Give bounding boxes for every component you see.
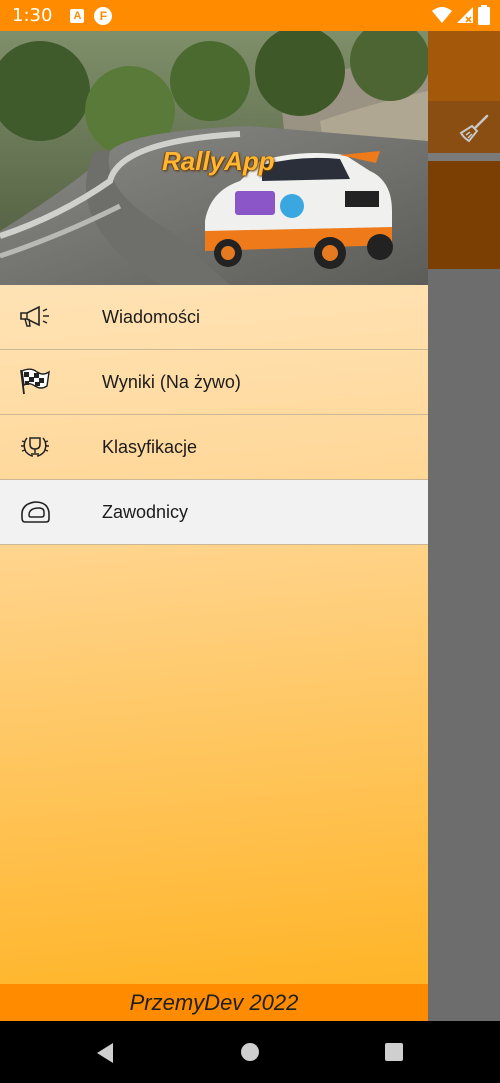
main-screen-scrim[interactable]: [428, 31, 500, 1021]
navigation-drawer: RallyApp Wiadomości Wyniki (Na żywo) Kla…: [0, 31, 428, 1021]
drawer-footer: PrzemyDev 2022: [0, 984, 428, 1021]
divider: [428, 153, 500, 161]
header-rally-car-image: RallyApp: [0, 31, 428, 285]
back-icon[interactable]: [95, 1042, 115, 1064]
app-bar-top: [428, 31, 500, 101]
system-nav-bar: [0, 1021, 500, 1083]
content-card: [428, 161, 500, 269]
menu-item-wiadomosci[interactable]: Wiadomości: [0, 285, 428, 350]
megaphone-icon: [18, 300, 52, 334]
notification-f-icon: F: [94, 6, 113, 25]
home-icon[interactable]: [241, 1043, 259, 1061]
wifi-icon: [432, 7, 452, 23]
menu-item-klasyfikacje[interactable]: Klasyfikacje: [0, 415, 428, 480]
signal-icon: [457, 7, 473, 23]
menu-item-label: Klasyfikacje: [102, 436, 198, 457]
status-bar: 1:30 A F: [0, 0, 500, 31]
broom-icon[interactable]: [458, 113, 490, 145]
notification-a-icon: A: [70, 8, 85, 23]
battery-icon: [478, 5, 490, 25]
checkered-flag-icon: [18, 365, 52, 399]
menu-item-label: Zawodnicy: [102, 501, 189, 522]
footer-text: PrzemyDev 2022: [129, 989, 299, 1015]
app-title: RallyApp: [162, 146, 275, 176]
menu-item-label: Wyniki (Na żywo): [102, 371, 241, 392]
status-time: 1:30: [12, 5, 53, 26]
drawer-menu: Wiadomości Wyniki (Na żywo) Klasyfikacje…: [0, 285, 428, 545]
menu-item-label: Wiadomości: [102, 306, 201, 327]
menu-item-zawodnicy[interactable]: Zawodnicy: [0, 480, 428, 545]
recent-apps-icon[interactable]: [385, 1043, 403, 1061]
trophy-laurel-icon: [18, 430, 52, 464]
menu-item-wyniki[interactable]: Wyniki (Na żywo): [0, 350, 428, 415]
status-indicators: [432, 5, 490, 25]
helmet-icon: [18, 495, 52, 529]
